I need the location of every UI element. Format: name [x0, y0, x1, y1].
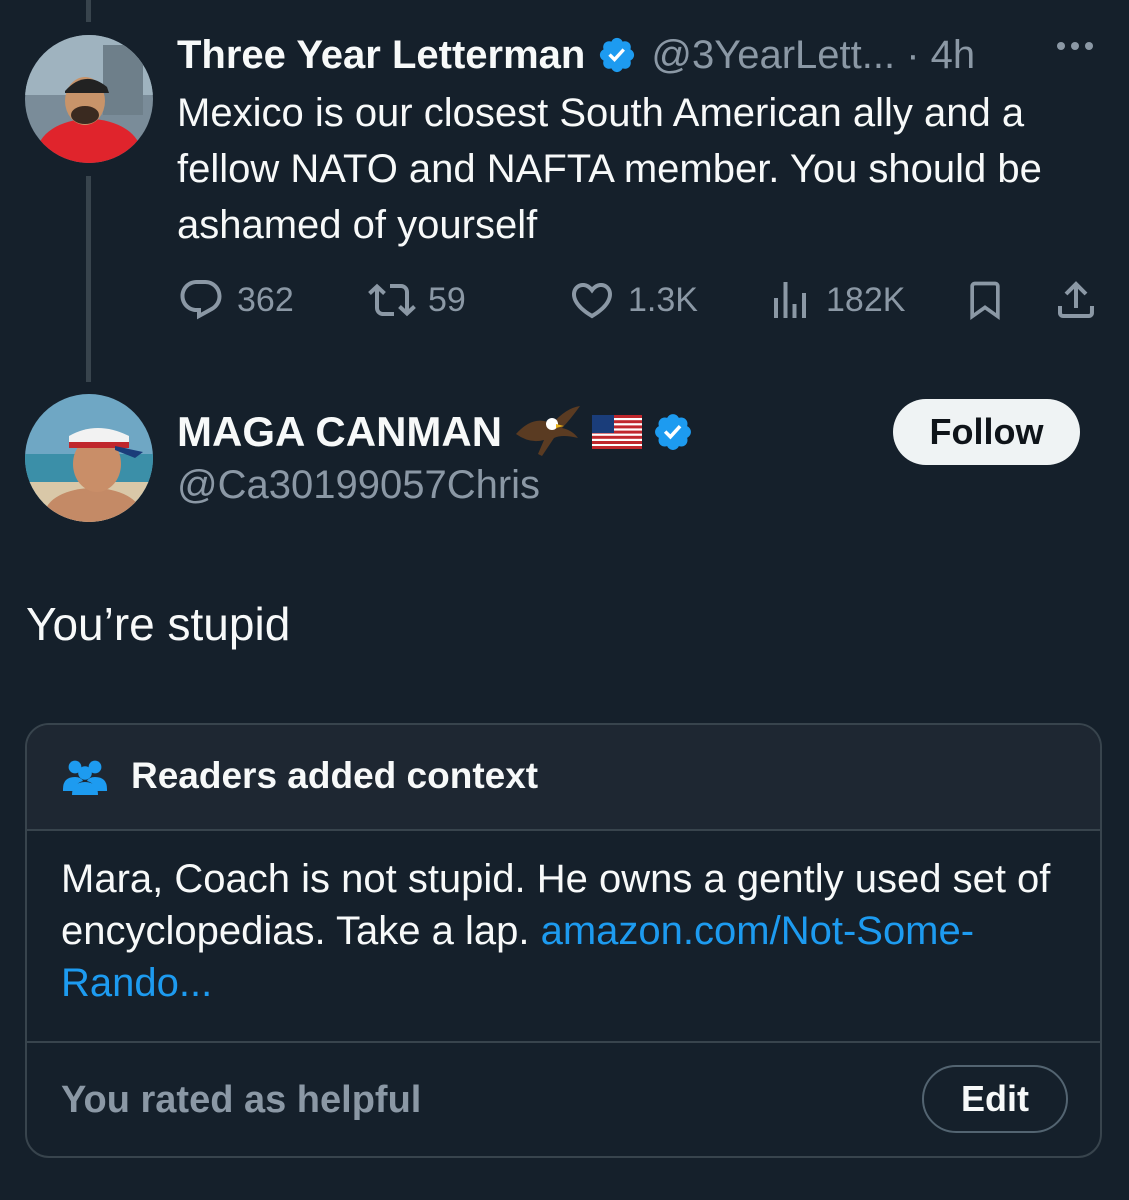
retweet-icon [368, 283, 416, 317]
community-note-header[interactable]: Readers added context [27, 725, 1100, 831]
like-count: 1.3K [628, 280, 698, 319]
reply-count: 362 [237, 280, 294, 319]
parent-tweet-header: Three Year Letterman @3YearLett... · 4h [177, 30, 975, 80]
views-count: 182K [826, 280, 906, 319]
avatar-three-year-letterman[interactable] [25, 35, 153, 163]
views-button[interactable]: 182K [766, 276, 905, 324]
reply-author-display-name[interactable]: MAGA CANMAN [177, 404, 502, 460]
community-note-card: Readers added context Mara, Coach is not… [25, 723, 1102, 1158]
parent-tweet-text: Mexico is our closest South American all… [177, 91, 1042, 247]
like-button[interactable]: 1.3K [568, 276, 698, 324]
eagle-emoji-icon [512, 404, 582, 460]
author-display-name[interactable]: Three Year Letterman [177, 30, 585, 80]
people-icon [61, 757, 109, 802]
thread-line [86, 176, 91, 382]
divider [27, 1041, 1100, 1043]
verified-badge-icon[interactable] [652, 411, 694, 453]
bookmark-button[interactable] [963, 276, 1007, 324]
share-icon [1058, 281, 1094, 318]
more-horizontal-icon[interactable] [1057, 42, 1093, 50]
community-note-title: Readers added context [131, 755, 539, 796]
reply-author-handle[interactable]: @Ca30199057Chris [177, 458, 540, 512]
retweet-count: 59 [428, 280, 466, 319]
heart-icon [571, 283, 613, 319]
share-button[interactable] [1052, 276, 1100, 324]
reply-author-header: MAGA CANMAN [177, 404, 694, 460]
author-handle-and-time[interactable]: @3YearLett... · 4h [651, 30, 975, 80]
edit-rating-button[interactable]: Edit [922, 1065, 1068, 1133]
us-flag-emoji-icon [592, 415, 643, 449]
reply-tweet-text: You’re stupid [26, 598, 291, 650]
avatar-maga-canman[interactable] [25, 394, 153, 522]
retweet-button[interactable]: 59 [368, 276, 466, 324]
community-note-body: Mara, Coach is not stupid. He owns a gen… [61, 853, 1061, 1009]
reply-button[interactable]: 362 [177, 276, 294, 324]
reply-icon [180, 280, 222, 320]
thread-line-top [86, 0, 91, 22]
views-chart-icon [774, 282, 806, 318]
follow-button[interactable]: Follow [893, 399, 1080, 465]
rating-status-text: You rated as helpful [61, 1079, 422, 1121]
bookmark-icon [970, 281, 1000, 321]
verified-badge-icon[interactable] [597, 35, 637, 75]
